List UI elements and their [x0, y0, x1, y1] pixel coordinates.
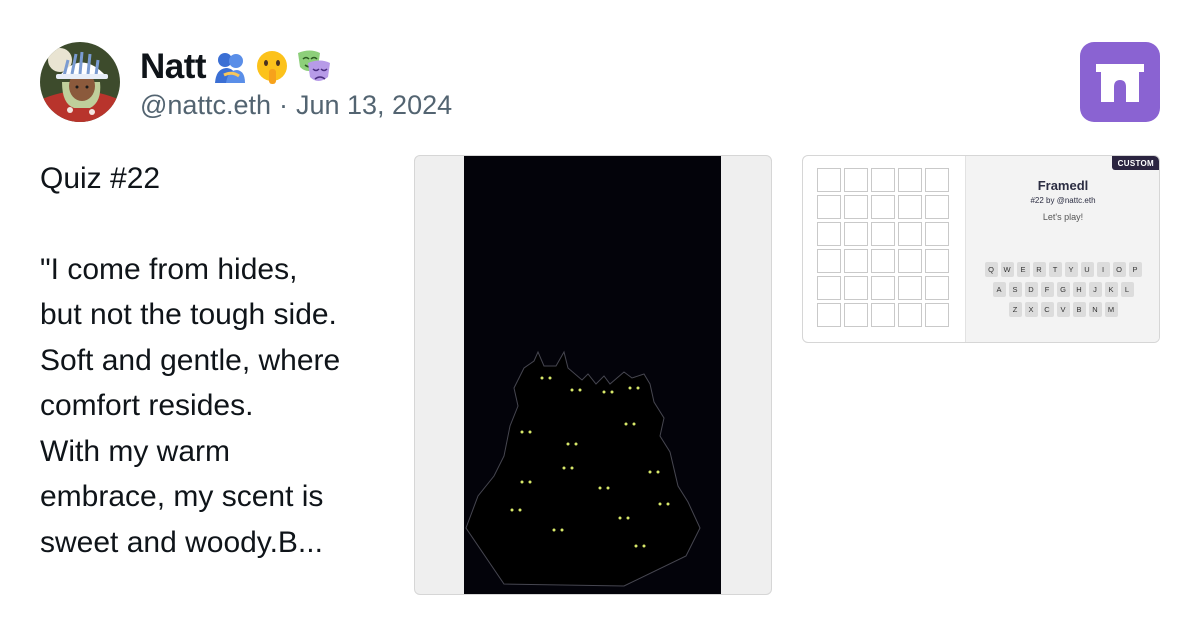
grid-cell [925, 249, 949, 273]
grid-cell [871, 168, 895, 192]
grid-cell [844, 276, 868, 300]
frame-prompt: Let's play! [1042, 212, 1084, 222]
grid-cell [817, 168, 841, 192]
key-g: G [1056, 282, 1070, 297]
key-q: Q [984, 262, 998, 277]
key-t: T [1048, 262, 1062, 277]
key-j: J [1088, 282, 1102, 297]
frame-info-pane: CUSTOM Framedl #22 by @nattc.eth Let's p… [965, 156, 1159, 342]
key-i: I [1096, 262, 1110, 277]
shushing-face-emoji [254, 49, 290, 85]
grid-cell [925, 222, 949, 246]
image-embed[interactable] [414, 155, 772, 595]
keyboard-row-3: ZXCVBNM [1008, 302, 1118, 317]
key-n: N [1088, 302, 1102, 317]
key-y: Y [1064, 262, 1078, 277]
grid-cell [871, 249, 895, 273]
grid-cell [817, 303, 841, 327]
post-line: With my warm [40, 434, 230, 468]
grid-cell [817, 222, 841, 246]
key-s: S [1008, 282, 1022, 297]
grid-cell [898, 249, 922, 273]
author-avatar[interactable] [40, 42, 120, 122]
grid-cell [817, 195, 841, 219]
grid-cell [871, 303, 895, 327]
grid-cell [844, 195, 868, 219]
grid-cell [925, 303, 949, 327]
key-b: B [1072, 302, 1086, 317]
keyboard-row-2: ASDFGHJKL [992, 282, 1134, 297]
post-body: Quiz #22 "I come from hides, but not the… [40, 156, 400, 565]
people-hugging-emoji [212, 49, 248, 85]
grid-cell [871, 222, 895, 246]
grid-cell [925, 195, 949, 219]
key-w: W [1000, 262, 1014, 277]
post-line: but not the tough side. [40, 298, 337, 331]
key-a: A [992, 282, 1006, 297]
key-z: Z [1008, 302, 1022, 317]
key-c: C [1040, 302, 1054, 317]
custom-badge: CUSTOM [1111, 156, 1159, 170]
key-f: F [1040, 282, 1054, 297]
grid-cell [898, 195, 922, 219]
framedl-frame-embed[interactable]: CUSTOM Framedl #22 by @nattc.eth Let's p… [802, 155, 1160, 343]
key-o: O [1112, 262, 1126, 277]
author-name-row: Natt [140, 44, 332, 90]
author-handle[interactable]: @nattc.eth [140, 90, 271, 121]
key-u: U [1080, 262, 1094, 277]
arch-icon [1096, 64, 1144, 102]
key-e: E [1016, 262, 1030, 277]
key-m: M [1104, 302, 1118, 317]
grid-cell [925, 276, 949, 300]
key-k: K [1104, 282, 1118, 297]
grid-cell [844, 222, 868, 246]
author-meta: @nattc.eth · Jun 13, 2024 [140, 90, 452, 121]
post-line: sweet and woody.B... [40, 525, 323, 559]
post-title-line: Quiz #22 [40, 162, 161, 195]
key-d: D [1024, 282, 1038, 297]
frame-title: Framedl [1037, 178, 1089, 193]
farcaster-arch-icon[interactable] [1080, 42, 1160, 122]
black-cats-illustration [464, 156, 721, 594]
author-name[interactable]: Natt [140, 47, 207, 87]
post-line: comfort resides. [40, 389, 254, 422]
grid-cell [871, 276, 895, 300]
grid-cell [817, 276, 841, 300]
performing-arts-emoji [296, 49, 332, 85]
frame-subtitle: #22 by @nattc.eth [1030, 196, 1096, 205]
grid-cell [898, 222, 922, 246]
grid-cell [871, 195, 895, 219]
keyboard: QWERTYUIOP ASDFGHJKL ZXCVBNM [966, 262, 1159, 317]
key-p: P [1128, 262, 1142, 277]
keyboard-row-1: QWERTYUIOP [984, 262, 1142, 277]
grid-cell [817, 249, 841, 273]
key-h: H [1072, 282, 1086, 297]
key-v: V [1056, 302, 1070, 317]
grid-cell [898, 168, 922, 192]
key-l: L [1120, 282, 1134, 297]
guess-grid [817, 168, 949, 327]
post-line: "I come from hides, [40, 252, 298, 286]
grid-cell [844, 303, 868, 327]
post-line: Soft and gentle, where [40, 343, 341, 377]
grid-cell [925, 168, 949, 192]
grid-cell [898, 276, 922, 300]
grid-cell [844, 168, 868, 192]
post-line: embrace, my scent is [40, 480, 324, 513]
post-date[interactable]: Jun 13, 2024 [296, 90, 452, 121]
grid-cell [844, 249, 868, 273]
avatar-illustration [40, 42, 120, 122]
key-r: R [1032, 262, 1046, 277]
key-x: X [1024, 302, 1038, 317]
cats-svg [465, 350, 701, 587]
meta-separator: · [278, 90, 288, 120]
grid-cell [898, 303, 922, 327]
